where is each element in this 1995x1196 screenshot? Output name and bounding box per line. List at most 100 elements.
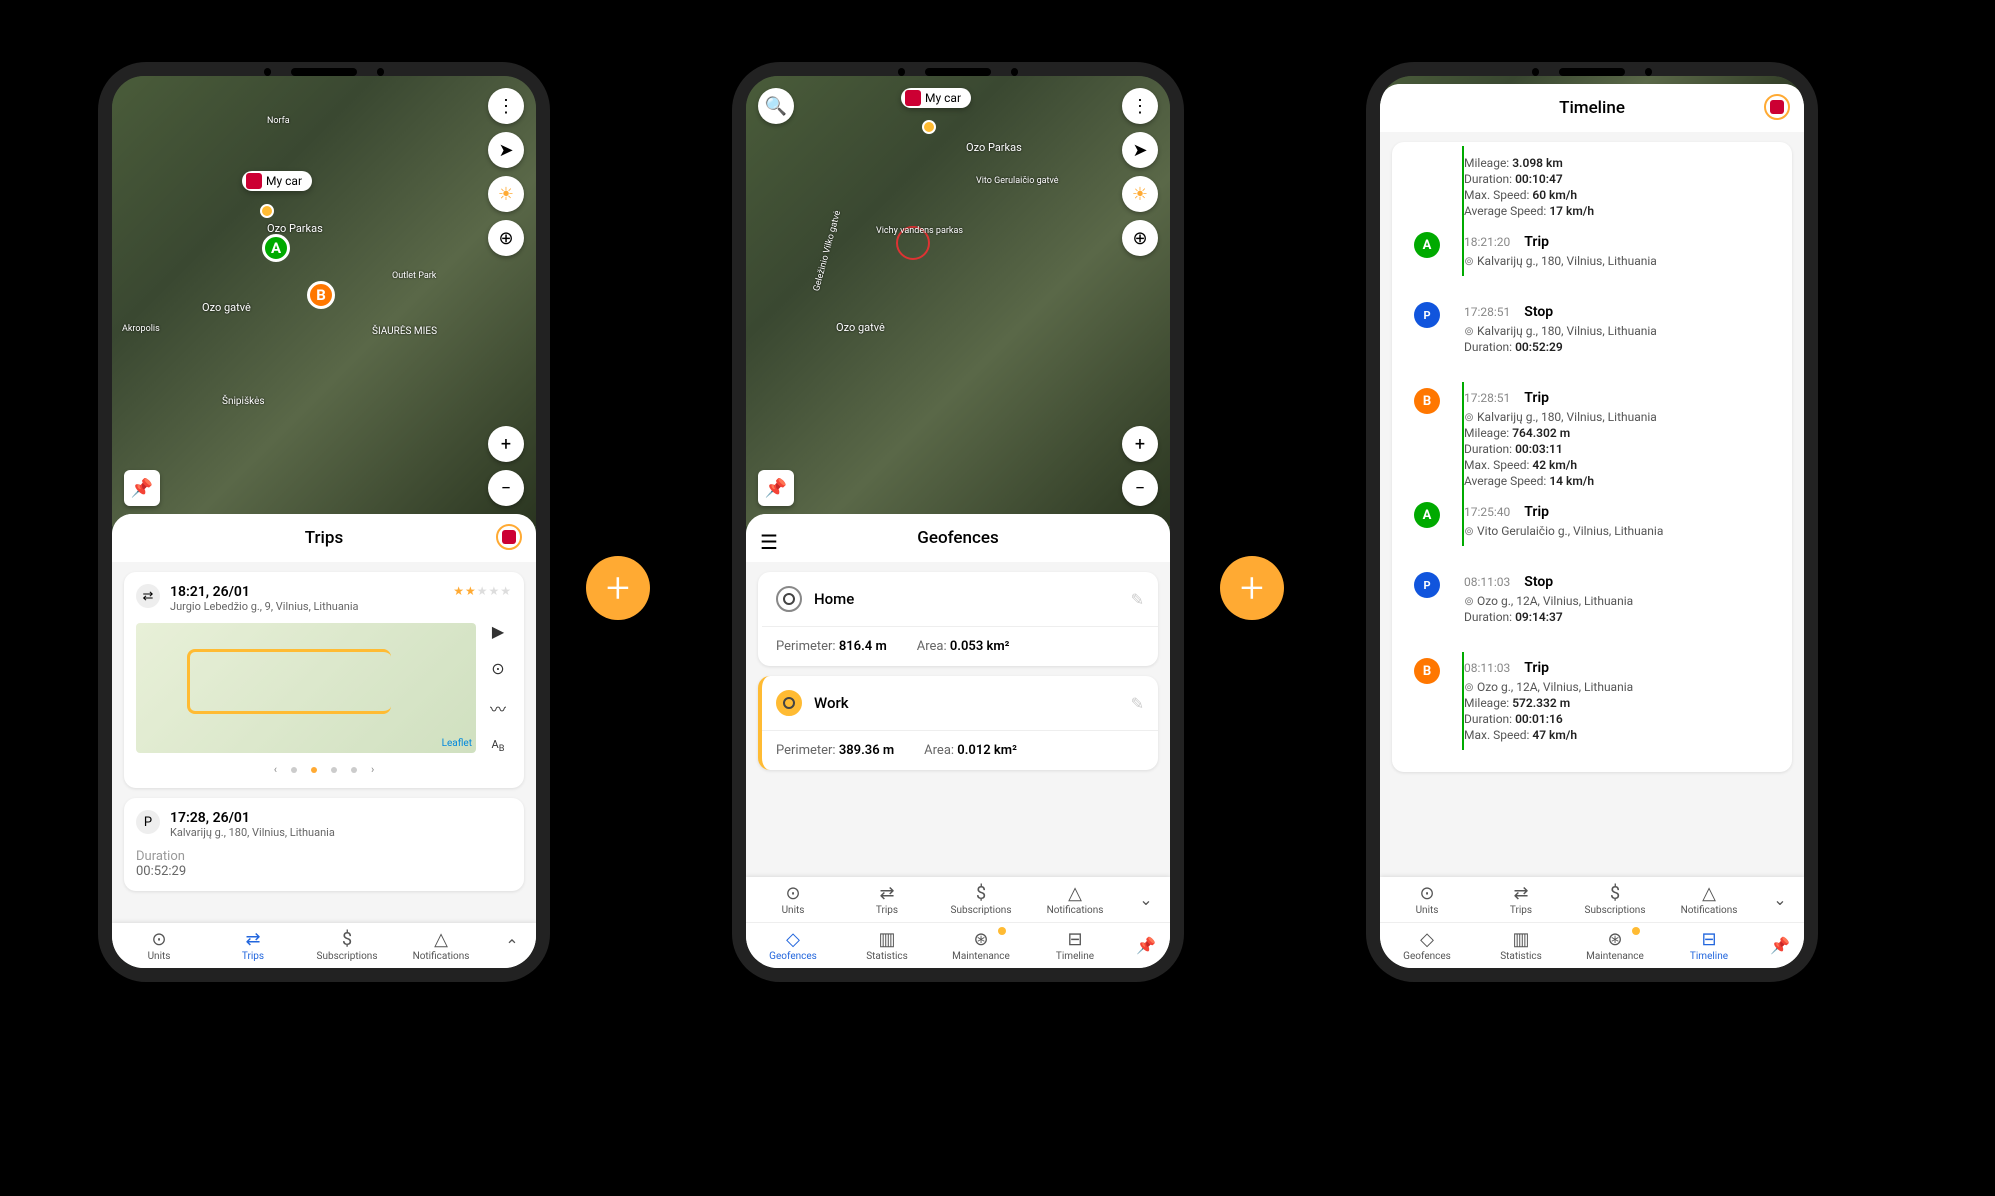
timeline-item[interactable]: P 08:11:03Stop Ozo g., 12A, Vilnius, Lit… (1414, 566, 1770, 632)
nav-notifications[interactable]: △Notifications (394, 929, 488, 962)
marker-a[interactable]: A (262, 234, 290, 262)
timeline-sheet: Timeline Mileage: 3.098 km Duration: 00:… (1380, 84, 1804, 968)
marker-a-icon: A (1414, 502, 1440, 528)
nav-statistics[interactable]: ▥Statistics (840, 929, 934, 962)
marker-b-icon: B (1414, 388, 1440, 414)
stats-icon[interactable]: 〰 (490, 696, 506, 720)
nav-subscriptions[interactable]: $Subscriptions (1568, 883, 1662, 916)
edit-icon[interactable]: ✎ (1131, 590, 1144, 609)
map-view[interactable]: My car Ozo Parkas Ozo gatvė Vichy vanden… (746, 76, 1170, 526)
bottom-nav: ⊙Units ⇄Trips $Subscriptions △Notificati… (746, 877, 1170, 968)
nav-notifications[interactable]: △Notifications (1028, 883, 1122, 916)
phone-timeline: Timeline Mileage: 3.098 km Duration: 00:… (1366, 62, 1818, 982)
geofence-card[interactable]: Work ✎ Perimeter: 389.36 m Area: 0.012 k… (758, 676, 1158, 770)
nav-units[interactable]: ⊙Units (112, 929, 206, 962)
trip-rating[interactable]: ★★★★★ (453, 584, 512, 598)
nav-trips[interactable]: ⇄Trips (1474, 883, 1568, 916)
zoom-out-button[interactable]: − (488, 470, 524, 506)
unit-filter-button[interactable] (1764, 94, 1790, 120)
locate-icon[interactable]: ⊕ (1122, 220, 1158, 256)
unit-marker[interactable] (922, 120, 936, 134)
unit-marker[interactable] (260, 204, 274, 218)
nav-statistics[interactable]: ▥Statistics (1474, 929, 1568, 962)
nav-geofences[interactable]: ◇Geofences (746, 929, 840, 962)
ab-icon[interactable]: AB (492, 738, 505, 754)
zoom-in-button[interactable]: + (1122, 426, 1158, 462)
nav-timeline[interactable]: ⊟Timeline (1662, 929, 1756, 962)
menu-icon[interactable]: ☰ (760, 530, 778, 554)
compass-icon[interactable]: ➤ (1122, 132, 1158, 168)
timeline-item[interactable]: B 17:28:51Trip Kalvarijų g., 180, Vilniu… (1414, 382, 1770, 496)
locate-icon[interactable]: ⊕ (488, 220, 524, 256)
nav-notifications[interactable]: △Notifications (1662, 883, 1756, 916)
pin-icon[interactable]: 📌 (758, 470, 794, 506)
phone-geofences: My car Ozo Parkas Ozo gatvė Vichy vanden… (732, 62, 1184, 982)
chevron-right-icon[interactable]: › (371, 763, 374, 776)
parking-icon: P (136, 810, 160, 834)
phone-trips: My car A B Ozo Parkas Ozo gatvė Akropoli… (98, 62, 550, 982)
nav-geofences[interactable]: ◇Geofences (1380, 929, 1474, 962)
collapse-icon[interactable]: ⌄ (1122, 883, 1170, 916)
nav-subscriptions[interactable]: $Subscriptions (300, 929, 394, 962)
nav-units[interactable]: ⊙Units (1380, 883, 1474, 916)
sheet-title: Timeline (1380, 84, 1804, 132)
timeline: Mileage: 3.098 km Duration: 00:10:47 Max… (1400, 142, 1784, 760)
pager[interactable]: ‹ › (136, 763, 512, 776)
nav-units[interactable]: ⊙Units (746, 883, 840, 916)
timeline-item[interactable]: P 17:28:51Stop Kalvarijų g., 180, Vilniu… (1414, 296, 1770, 362)
expand-icon[interactable]: ⌃ (488, 929, 536, 962)
geofence-icon (776, 690, 802, 716)
pin-icon[interactable]: 📌 (1122, 929, 1170, 962)
trip-address: Kalvarijų g., 180, Vilnius, Lithuania (170, 826, 335, 839)
trip-address: Jurgio Lebedžio g., 9, Vilnius, Lithuani… (170, 600, 359, 613)
trip-time: 18:21, 26/01 (170, 584, 359, 600)
timeline-item[interactable]: B 08:11:03Trip Ozo g., 12A, Vilnius, Lit… (1414, 652, 1770, 750)
timeline-item[interactable]: A 18:21:20Trip Kalvarijų g., 180, Vilniu… (1414, 226, 1770, 276)
car-icon (246, 173, 262, 189)
nav-timeline[interactable]: ⊟Timeline (1028, 929, 1122, 962)
theme-icon[interactable]: ☀ (488, 176, 524, 212)
marker-b[interactable]: B (307, 281, 335, 309)
parking-icon: P (1414, 302, 1440, 328)
nav-trips[interactable]: ⇄Trips (206, 929, 300, 962)
unit-label[interactable]: My car (242, 171, 312, 191)
focus-icon[interactable]: ⊙ (491, 659, 504, 678)
chevron-left-icon[interactable]: ‹ (274, 763, 277, 776)
nav-maintenance[interactable]: ⊛Maintenance (1568, 929, 1662, 962)
unit-filter-button[interactable] (496, 524, 522, 550)
plus-separator-icon: + (1220, 556, 1284, 620)
nav-trips[interactable]: ⇄Trips (840, 883, 934, 916)
collapse-icon[interactable]: ⌄ (1756, 883, 1804, 916)
unit-label[interactable]: My car (901, 88, 971, 108)
more-icon[interactable]: ⋮ (488, 88, 524, 124)
edit-icon[interactable]: ✎ (1131, 694, 1144, 713)
search-icon[interactable]: 🔍 (758, 88, 794, 124)
trip-card[interactable]: P 17:28, 26/01 Kalvarijų g., 180, Vilniu… (124, 798, 524, 891)
trip-time: 17:28, 26/01 (170, 810, 335, 826)
geofences-sheet: ☰Geofences Home ✎ Perimeter: 816.4 m Are… (746, 514, 1170, 968)
sheet-title: Trips (112, 514, 536, 562)
marker-a-icon: A (1414, 232, 1440, 258)
map-view[interactable]: My car A B Ozo Parkas Ozo gatvė Akropoli… (112, 76, 536, 526)
trip-icon: ⇄ (136, 584, 160, 608)
bottom-nav: ⊙Units ⇄Trips $Subscriptions △Notificati… (112, 923, 536, 968)
compass-icon[interactable]: ➤ (488, 132, 524, 168)
nav-maintenance[interactable]: ⊛Maintenance (934, 929, 1028, 962)
plus-separator-icon: + (586, 556, 650, 620)
timeline-item[interactable]: Mileage: 3.098 km Duration: 00:10:47 Max… (1414, 146, 1770, 226)
zoom-in-button[interactable]: + (488, 426, 524, 462)
pin-icon[interactable]: 📌 (124, 470, 160, 506)
pin-icon[interactable]: 📌 (1756, 929, 1804, 962)
theme-icon[interactable]: ☀ (1122, 176, 1158, 212)
more-icon[interactable]: ⋮ (1122, 88, 1158, 124)
trip-thumbnail[interactable]: Leaflet (136, 623, 476, 753)
trip-card[interactable]: ⇄ 18:21, 26/01 Jurgio Lebedžio g., 9, Vi… (124, 572, 524, 788)
sheet-title: ☰Geofences (746, 514, 1170, 562)
geofence-card[interactable]: Home ✎ Perimeter: 816.4 m Area: 0.053 km… (758, 572, 1158, 666)
play-icon[interactable]: ▶ (492, 622, 504, 641)
nav-subscriptions[interactable]: $Subscriptions (934, 883, 1028, 916)
timeline-item[interactable]: A 17:25:40Trip Vito Gerulaičio g., Vilni… (1414, 496, 1770, 546)
trips-sheet: Trips ⇄ 18:21, 26/01 Jurgio Lebedžio g.,… (112, 514, 536, 968)
zoom-out-button[interactable]: − (1122, 470, 1158, 506)
parking-icon: P (1414, 572, 1440, 598)
